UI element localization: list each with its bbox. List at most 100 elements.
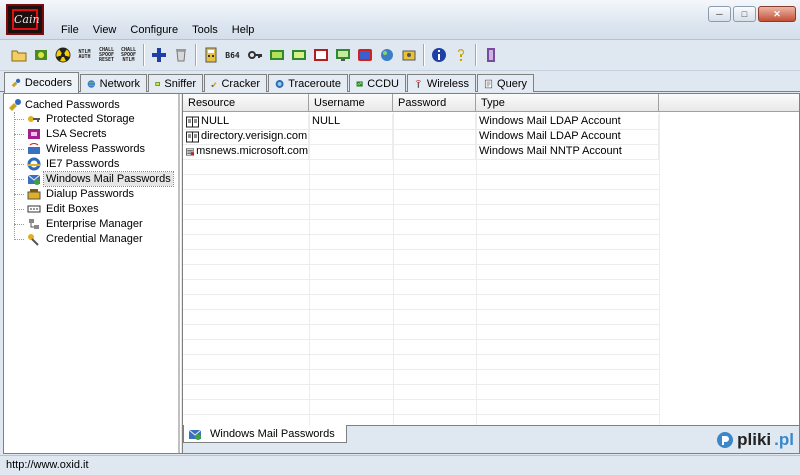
ldap-book-icon — [186, 116, 199, 127]
tree-connector — [14, 163, 24, 165]
tree-item-lsa-secrets[interactable]: LSA Secrets — [14, 127, 109, 141]
menu-file[interactable]: File — [54, 23, 86, 37]
tree-item-protected-storage[interactable]: Protected Storage — [14, 112, 137, 126]
minimize-button[interactable]: ─ — [708, 6, 731, 22]
tree-item-label: Edit Boxes — [46, 203, 99, 215]
red-box-button[interactable] — [354, 44, 375, 66]
rdp-button[interactable] — [332, 44, 353, 66]
chall-spoof-ntlm-button[interactable]: CHALL SPOOF NTLM — [118, 44, 139, 66]
nntp-news-icon — [186, 148, 195, 155]
chall-spoof-reset-button[interactable]: CHALL SPOOF RESET — [96, 44, 117, 66]
radiation-icon — [55, 47, 70, 63]
grid-line — [183, 294, 659, 295]
grid-line — [183, 219, 659, 220]
grid-line — [183, 204, 659, 205]
base64-button[interactable]: B64 — [222, 44, 243, 66]
mail-icon — [188, 429, 202, 440]
tree-connector — [14, 193, 24, 195]
recycle-bin-icon — [175, 49, 186, 62]
lsa-dump-button[interactable] — [266, 44, 287, 66]
tab-sniffer[interactable]: Sniffer — [148, 74, 203, 92]
close-button[interactable]: ✕ — [758, 6, 796, 22]
tree-root-label: Cached Passwords — [25, 99, 120, 111]
monitor-icon — [335, 49, 350, 61]
tree-item-wireless-passwords[interactable]: Wireless Passwords — [14, 142, 147, 156]
menu-view[interactable]: View — [86, 23, 124, 37]
tab-decoders[interactable]: Decoders — [4, 72, 79, 93]
keyring-icon — [402, 50, 415, 61]
vnc-decoder-button[interactable] — [288, 44, 309, 66]
encrypt-button[interactable] — [398, 44, 419, 66]
dc-button[interactable] — [310, 44, 331, 66]
column-username[interactable]: Username — [309, 94, 393, 112]
tab-label: Query — [497, 77, 527, 90]
add-button[interactable] — [148, 44, 169, 66]
window-controls: ─ □ ✕ — [708, 6, 796, 22]
tree-root[interactable]: Cached Passwords — [8, 98, 120, 112]
ntlm-auth-button[interactable]: NTLM AUTH — [74, 44, 95, 66]
title-bar: Cain File View Configure Tools Help ─ □ … — [0, 0, 800, 40]
menu-configure[interactable]: Configure — [123, 23, 185, 37]
resource-text: NULL — [201, 115, 230, 127]
main-panel: Cached Passwords Protected Storage LSA S… — [3, 93, 800, 454]
network-scan-button[interactable] — [376, 44, 397, 66]
traceroute-icon — [275, 79, 284, 88]
tree-item-windows-mail-passwords[interactable]: Windows Mail Passwords — [14, 171, 174, 187]
tree-item-credential-manager[interactable]: Credential Manager — [14, 232, 145, 246]
tab-label: CCDU — [367, 77, 399, 90]
tab-network[interactable]: Network — [80, 74, 147, 92]
table-row[interactable]: msnews.microsoft.com Windows Mail NNTP A… — [183, 144, 659, 159]
exit-button[interactable] — [480, 44, 501, 66]
chall-spoof-ntlm-label: CHALL SPOOF NTLM — [120, 46, 137, 63]
tree-item-label: Enterprise Manager — [46, 218, 143, 230]
open-folder-button[interactable] — [8, 44, 29, 66]
grid-line — [183, 354, 659, 355]
tab-traceroute[interactable]: Traceroute — [268, 74, 348, 92]
tab-query[interactable]: Query — [477, 74, 534, 92]
column-resource[interactable]: Resource — [183, 94, 309, 112]
cell-type: Windows Mail LDAP Account — [476, 129, 659, 144]
remove-button[interactable] — [170, 44, 191, 66]
help-button[interactable] — [450, 44, 471, 66]
question-mark-icon — [457, 49, 464, 61]
tab-wireless[interactable]: Wireless — [407, 74, 476, 92]
info-button[interactable] — [428, 44, 449, 66]
tab-cracker[interactable]: Cracker — [204, 74, 267, 92]
folder-icon — [11, 50, 26, 62]
grid-line — [183, 384, 659, 385]
watermark: pliki .pl — [716, 430, 794, 450]
menu-tools[interactable]: Tools — [185, 23, 225, 37]
table-row[interactable]: directory.verisign.com Windows Mail LDAP… — [183, 129, 659, 144]
maximize-button[interactable]: □ — [733, 6, 756, 22]
menu-help[interactable]: Help — [225, 23, 262, 37]
app-logo: Cain — [6, 4, 44, 35]
status-bar: http://www.oxid.it — [0, 455, 800, 475]
toolbar-separator — [423, 44, 425, 66]
calculator-icon — [205, 47, 216, 63]
enterprise-icon — [29, 219, 39, 229]
tree-item-dialup-passwords[interactable]: Dialup Passwords — [14, 187, 136, 201]
table-row[interactable]: NULL NULL Windows Mail LDAP Account — [183, 114, 659, 129]
cell-type: Windows Mail LDAP Account — [476, 114, 659, 129]
column-password[interactable]: Password — [393, 94, 476, 112]
tab-label: Network — [99, 77, 140, 90]
tree-connector — [14, 238, 24, 240]
password-decoder-button[interactable] — [244, 44, 265, 66]
subtab-windows-mail-passwords[interactable]: Windows Mail Passwords — [183, 425, 347, 443]
column-type[interactable]: Type — [476, 94, 659, 112]
tree-connector — [14, 118, 24, 120]
tree-item-edit-boxes[interactable]: Edit Boxes — [14, 202, 101, 216]
cracker-icon — [211, 81, 217, 87]
list-subtabs: Windows Mail Passwords — [183, 425, 799, 453]
grid-line — [183, 309, 659, 310]
tab-ccdu[interactable]: CCDU — [349, 74, 406, 92]
menu-bar: File View Configure Tools Help — [54, 23, 261, 37]
hash-calculator-button[interactable] — [200, 44, 221, 66]
tree-item-ie7-passwords[interactable]: IE7 Passwords — [14, 157, 121, 171]
decoder-icon — [11, 78, 21, 88]
start-apr-button[interactable] — [52, 44, 73, 66]
tree-item-enterprise-manager[interactable]: Enterprise Manager — [14, 217, 145, 231]
start-sniffer-button[interactable] — [30, 44, 51, 66]
toolbar-separator — [475, 44, 477, 66]
wireless-icon — [415, 79, 422, 88]
